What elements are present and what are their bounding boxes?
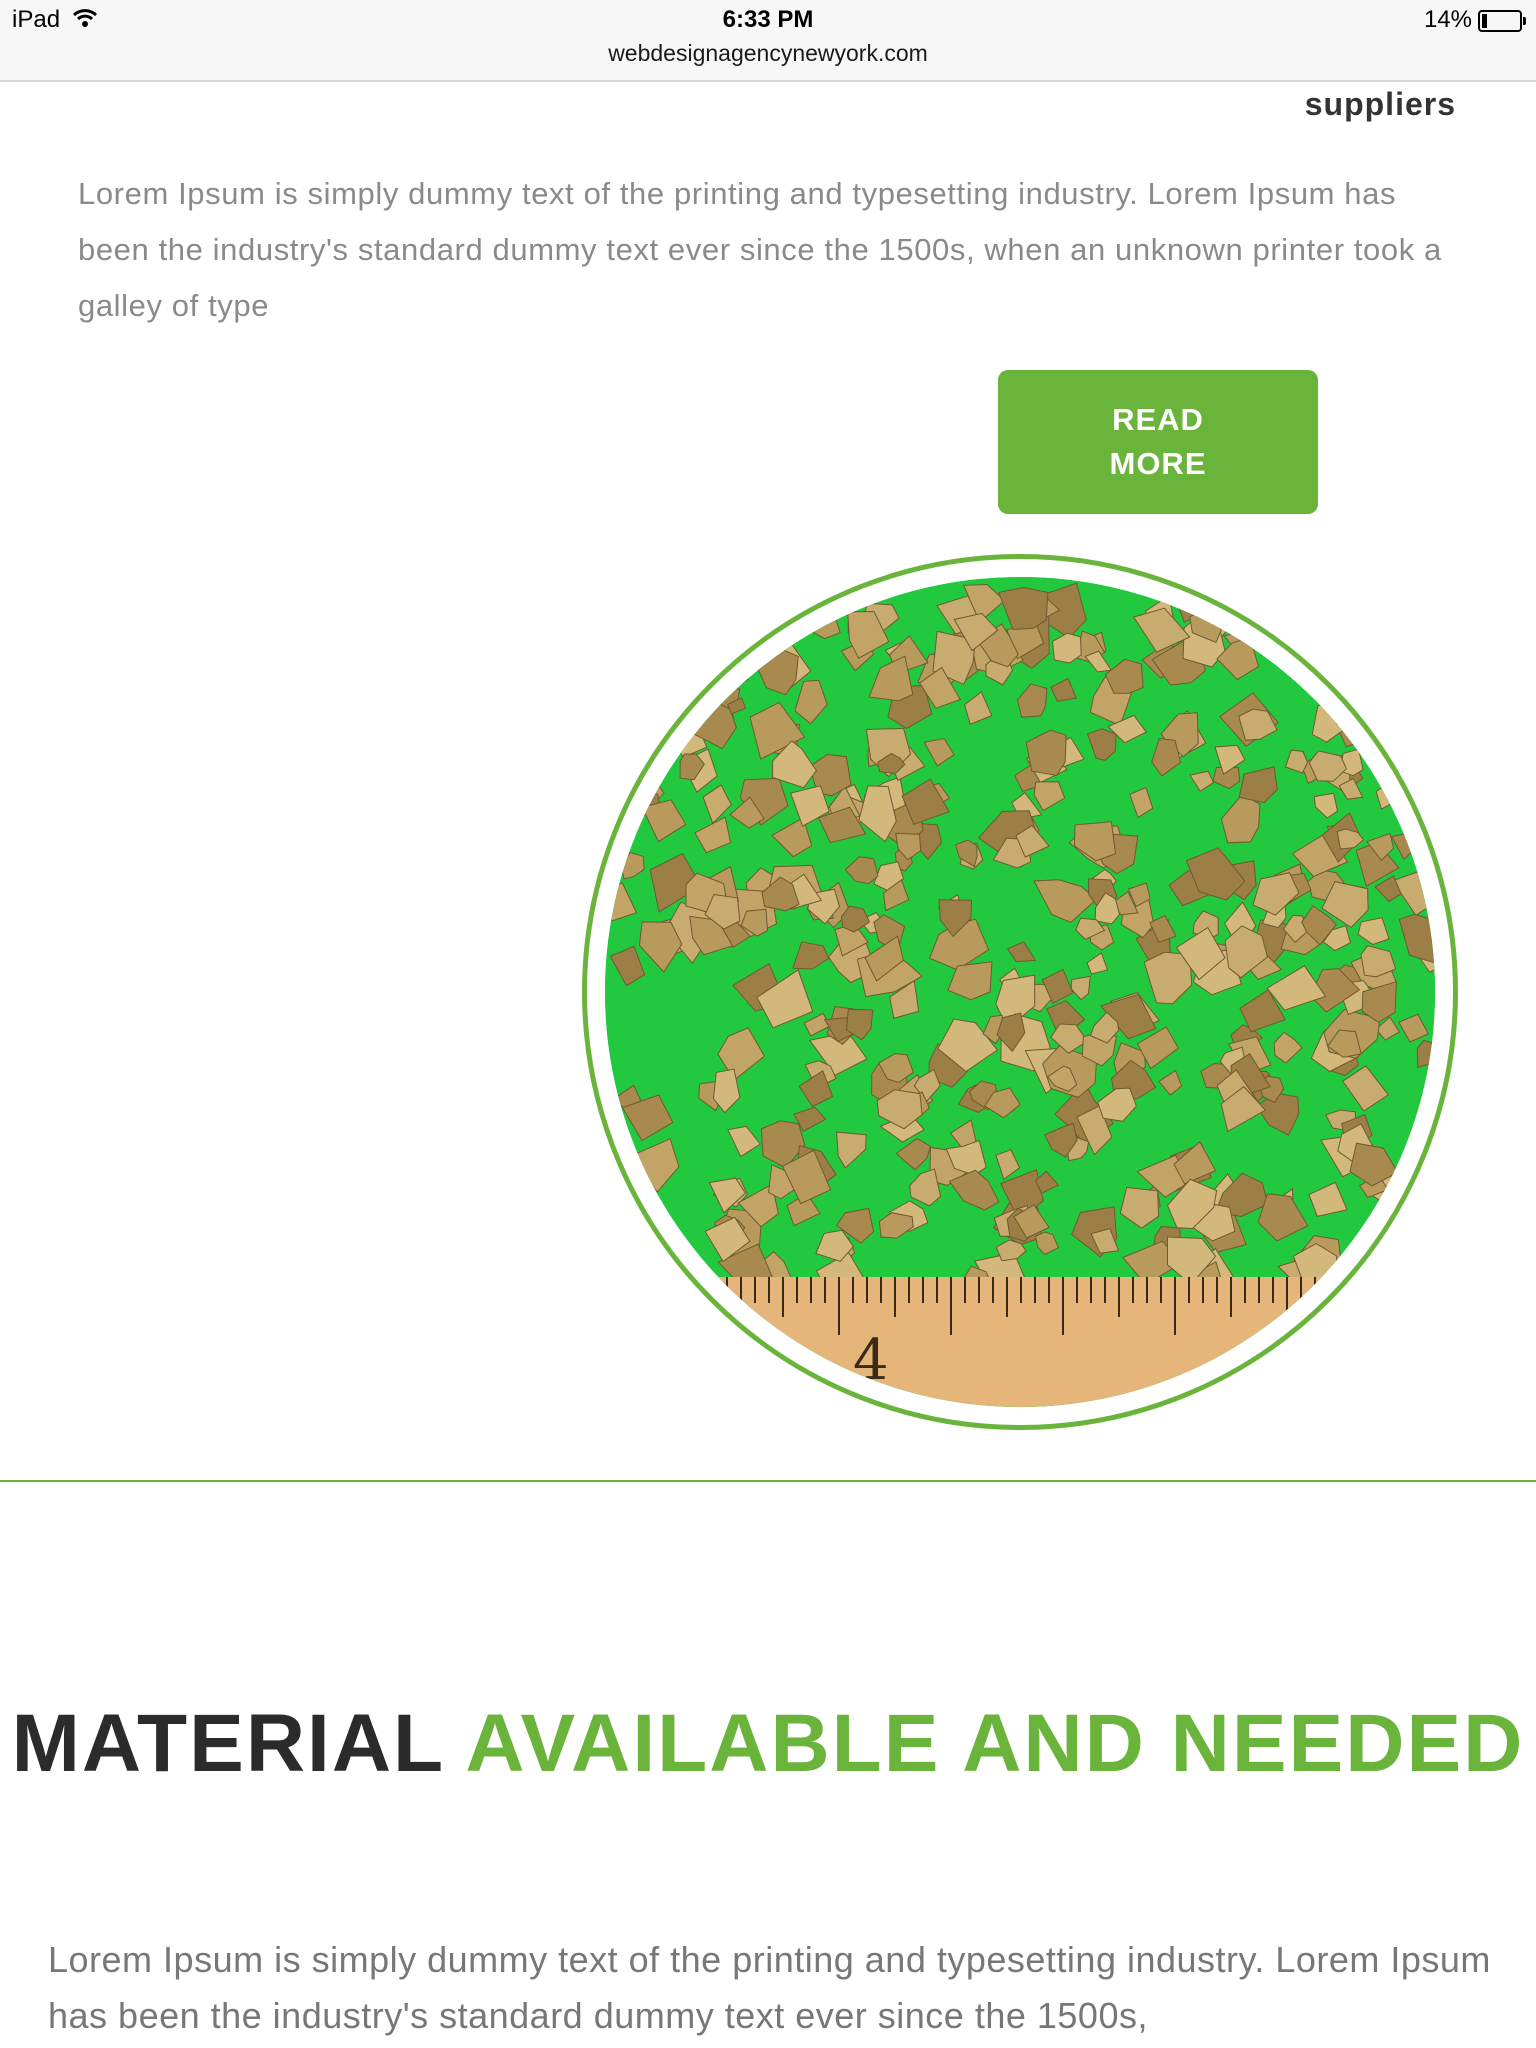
- clock: 6:33 PM: [722, 6, 814, 33]
- pebble: [638, 721, 666, 752]
- pebble: [1366, 1254, 1392, 1276]
- pebble: [608, 676, 652, 730]
- pebble: [1349, 1270, 1377, 1300]
- pebble: [1382, 1206, 1433, 1267]
- address-bar-url[interactable]: webdesignagencynewyork.com: [0, 40, 1536, 67]
- pebble: [1406, 640, 1435, 670]
- pebble: [752, 581, 789, 620]
- pebble: [617, 685, 648, 711]
- pebble: [1187, 582, 1217, 620]
- pebble: [1322, 642, 1347, 667]
- pebble: [1404, 1185, 1435, 1232]
- pebble: [708, 589, 769, 623]
- pebble: [659, 591, 691, 619]
- read-more-button[interactable]: READ MORE: [998, 370, 1318, 514]
- pebble: [616, 681, 668, 735]
- pebble: [1409, 1166, 1435, 1208]
- pebble: [646, 697, 678, 723]
- section-title: MATERIAL AVAILABLE AND NEEDED: [0, 1692, 1536, 1796]
- pebble: [1375, 779, 1408, 810]
- pebble: [605, 709, 643, 744]
- pebble: [1402, 637, 1434, 660]
- battery-icon: [1478, 10, 1526, 32]
- pebble: [1416, 1039, 1435, 1068]
- section-title-green: AVAILABLE AND NEEDED: [465, 1698, 1525, 1789]
- pebble: [1403, 1152, 1435, 1190]
- pebble: [1272, 591, 1333, 647]
- battery-level-fill: [1482, 14, 1487, 28]
- pebble: [654, 1245, 685, 1275]
- read-more-label-line2: MORE: [1109, 446, 1207, 481]
- ruler-number: 4: [853, 1328, 889, 1393]
- pebble: [811, 606, 841, 640]
- gravel-photo: 4: [605, 577, 1435, 1407]
- pebble: [1357, 700, 1387, 731]
- section-divider: [0, 1480, 1536, 1482]
- pebble: [1396, 688, 1435, 742]
- pebble: [645, 577, 699, 627]
- suppliers-heading: suppliers: [1304, 86, 1456, 122]
- pebble: [666, 652, 698, 679]
- pebble: [1371, 661, 1405, 694]
- battery-percent: 14%: [1423, 6, 1472, 33]
- gravel-illustration: 4: [605, 577, 1435, 1407]
- intro-paragraph: Lorem Ipsum is simply dummy text of the …: [78, 176, 1442, 323]
- browser-status-bar: iPad 6:33 PM webdesignagencynewyork.com …: [0, 0, 1536, 82]
- pebble: [1344, 580, 1371, 619]
- pebble: [612, 628, 656, 681]
- pebble: [660, 583, 725, 643]
- pebble: [624, 639, 664, 677]
- section-body: Lorem Ipsum is simply dummy text of the …: [48, 1939, 1491, 2036]
- section-title-dark: MATERIAL: [11, 1698, 444, 1789]
- pebble: [654, 578, 698, 621]
- material-photo-frame: 4: [582, 554, 1458, 1430]
- read-more-label-line1: READ: [1112, 402, 1204, 437]
- pebble: [1410, 800, 1435, 837]
- pebble: [1408, 1215, 1435, 1244]
